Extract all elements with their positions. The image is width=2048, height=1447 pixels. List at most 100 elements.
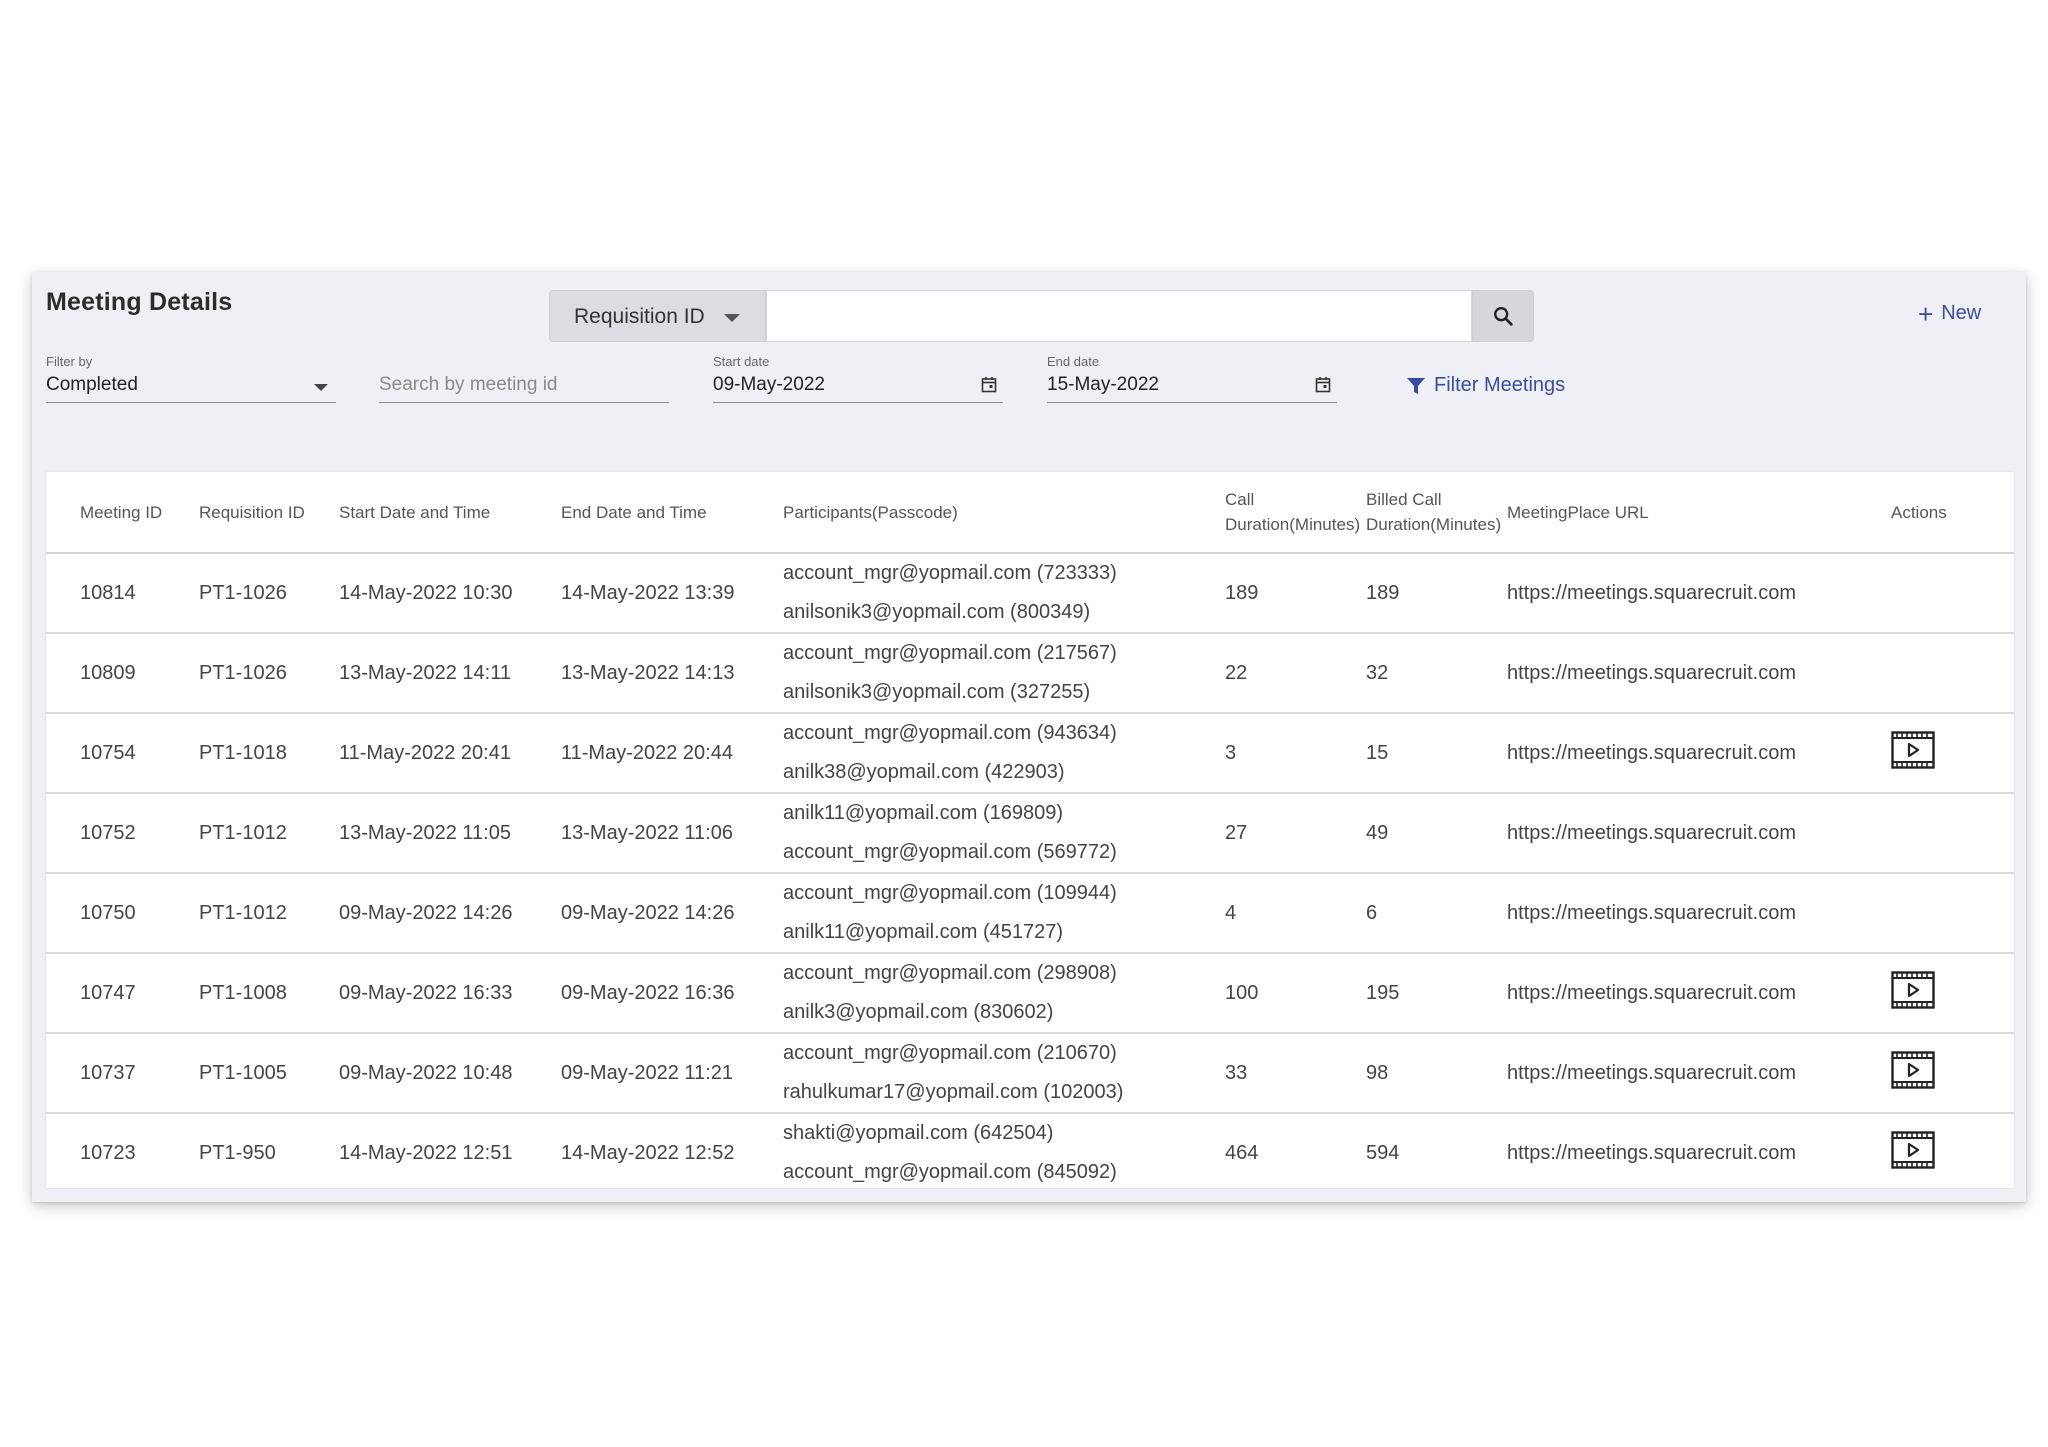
table-row[interactable]: 10750 PT1-1012 09-May-2022 14:26 09-May-… — [46, 873, 2014, 954]
start-date-field[interactable]: Start date 09-May-2022 — [713, 354, 1003, 404]
cell-meeting-id: 10723 — [80, 1141, 136, 1164]
cell-url[interactable]: https://meetings.squarecruit.com — [1507, 633, 1891, 714]
participant-line: account_mgr@yopmail.com (217567) — [783, 642, 1117, 664]
end-date-label: End date — [1047, 354, 1100, 369]
calendar-icon[interactable] — [1315, 376, 1331, 398]
cell-url[interactable]: https://meetings.squarecruit.com — [1507, 553, 1891, 634]
cell-call-duration: 33 — [1225, 1033, 1366, 1114]
filter-by-label: Filter by — [46, 354, 93, 369]
filter-icon — [1407, 377, 1425, 394]
cell-actions — [1891, 873, 2014, 954]
participant-line: account_mgr@yopmail.com (298908) — [783, 962, 1117, 984]
cell-participants: account_mgr@yopmail.com (298908) anilk3@… — [783, 953, 1225, 1034]
cell-meeting-id: 10814 — [46, 553, 199, 634]
participant-line: anilsonik3@yopmail.com (327255) — [783, 681, 1091, 703]
search-bar: Requisition ID — [549, 290, 1534, 342]
cell-participants: account_mgr@yopmail.com (109944) anilk11… — [783, 873, 1225, 954]
cell-call-duration: 22 — [1225, 633, 1366, 714]
cell-meeting-id: 10747 — [46, 953, 199, 1034]
cell-start: 09-May-2022 10:48 — [339, 1033, 561, 1114]
cell-actions — [1891, 713, 2014, 794]
play-recording-icon[interactable] — [1891, 1051, 1935, 1095]
search-input[interactable] — [766, 290, 1472, 342]
participant-line: account_mgr@yopmail.com (845092) — [783, 1161, 1117, 1183]
cell-call-duration: 4 — [1225, 873, 1366, 954]
col-header-participants[interactable]: Participants(Passcode) — [783, 472, 1225, 554]
participant-line: shakti@yopmail.com (642504) — [783, 1122, 1054, 1144]
col-header-call-duration[interactable]: Call Duration(Minutes) — [1225, 472, 1366, 554]
cell-end: 13-May-2022 11:06 — [561, 793, 783, 874]
cell-url[interactable]: https://meetings.squarecruit.com — [1507, 713, 1891, 794]
cell-actions — [1891, 633, 2014, 714]
cell-start: 13-May-2022 14:11 — [339, 633, 561, 714]
play-recording-icon[interactable] — [1891, 1131, 1935, 1175]
meeting-id-search-field[interactable]: Search by meeting id — [379, 354, 669, 404]
cell-start: 14-May-2022 12:51 — [339, 1141, 513, 1164]
cell-participants: account_mgr@yopmail.com (723333) anilson… — [783, 553, 1225, 634]
cell-meeting-id: 10737 — [46, 1033, 199, 1114]
cell-meeting-id: 10750 — [46, 873, 199, 954]
cell-meeting-id: 10754 — [46, 713, 199, 794]
table-row[interactable]: 10747 PT1-1008 09-May-2022 16:33 09-May-… — [46, 953, 2014, 1034]
play-recording-icon[interactable] — [1891, 971, 1935, 1015]
cell-requisition-id: PT1-1005 — [199, 1033, 339, 1114]
cell-url[interactable]: https://meetings.squarecruit.com — [1507, 793, 1891, 874]
cell-url[interactable]: https://meetings.squarecruit.com — [1507, 953, 1891, 1034]
cell-billed-duration: 594 — [1366, 1141, 1400, 1164]
cell-start: 09-May-2022 14:26 — [339, 873, 561, 954]
participant-line: anilk38@yopmail.com (422903) — [783, 761, 1065, 783]
cell-url[interactable]: https://meetings.squarecruit.com — [1507, 1033, 1891, 1114]
start-date-value: 09-May-2022 — [713, 374, 825, 395]
cell-call-duration: 27 — [1225, 793, 1366, 874]
cell-participants: account_mgr@yopmail.com (210670) rahulku… — [783, 1033, 1225, 1114]
col-header-url[interactable]: MeetingPlace URL — [1507, 472, 1891, 554]
cell-end: 09-May-2022 11:21 — [561, 1033, 783, 1114]
col-header-end[interactable]: End Date and Time — [561, 472, 783, 554]
cell-billed-duration: 195 — [1366, 953, 1507, 1034]
end-date-value: 15-May-2022 — [1047, 374, 1159, 395]
filter-meetings-button[interactable]: Filter Meetings — [1406, 374, 1565, 397]
participant-line: account_mgr@yopmail.com (109944) — [783, 882, 1117, 904]
cell-billed-duration: 49 — [1366, 793, 1507, 874]
cell-actions — [1891, 553, 2014, 634]
participant-line: account_mgr@yopmail.com (723333) — [783, 562, 1117, 584]
col-header-start[interactable]: Start Date and Time — [339, 472, 561, 554]
search-type-select[interactable]: Requisition ID — [549, 290, 766, 342]
cell-requisition-id: PT1-1008 — [199, 953, 339, 1034]
col-header-billed-duration[interactable]: Billed Call Duration(Minutes) — [1366, 472, 1507, 554]
meetings-table: Meeting ID Requisition ID Start Date and… — [46, 472, 2014, 1192]
participant-line: anilk11@yopmail.com (451727) — [783, 921, 1064, 943]
cell-requisition-id: PT1-1026 — [199, 633, 339, 714]
search-button[interactable] — [1472, 290, 1534, 342]
table-row[interactable]: 10809 PT1-1026 13-May-2022 14:11 13-May-… — [46, 633, 2014, 714]
col-header-call-duration-line2: Duration(Minutes) — [1225, 515, 1361, 534]
cell-requisition-id: PT1-1012 — [199, 873, 339, 954]
table-row[interactable]: 10754 PT1-1018 11-May-2022 20:41 11-May-… — [46, 713, 2014, 794]
col-header-requisition-id[interactable]: Requisition ID — [199, 472, 339, 554]
start-date-label: Start date — [713, 354, 770, 369]
cell-participants: shakti@yopmail.com (642504) account_mgr@… — [783, 1113, 1225, 1192]
cell-url[interactable]: https://meetings.squarecruit.com — [1507, 1113, 1891, 1192]
table-row[interactable]: 10814 PT1-1026 14-May-2022 10:30 14-May-… — [46, 553, 2014, 634]
cell-billed-duration: 6 — [1366, 873, 1507, 954]
table-row[interactable]: 10737 PT1-1005 09-May-2022 10:48 09-May-… — [46, 1033, 2014, 1114]
filter-by-select[interactable]: Filter by Completed — [46, 354, 336, 404]
calendar-icon[interactable] — [981, 376, 997, 398]
plus-icon: + — [1918, 298, 1934, 329]
participant-line: account_mgr@yopmail.com (943634) — [783, 722, 1117, 744]
play-recording-icon[interactable] — [1891, 731, 1935, 775]
table-row[interactable]: 10723 PT1-950 14-May-2022 12:51 14-May-2… — [46, 1113, 2014, 1192]
filter-by-value: Completed — [46, 374, 138, 395]
participant-line: account_mgr@yopmail.com (210670) — [783, 1042, 1117, 1064]
new-meeting-button[interactable]: + New — [1918, 298, 1981, 329]
end-date-field[interactable]: End date 15-May-2022 — [1047, 354, 1337, 404]
cell-end: 11-May-2022 20:44 — [561, 713, 783, 794]
cell-end: 14-May-2022 12:52 — [561, 1141, 735, 1164]
col-header-meeting-id[interactable]: Meeting ID — [46, 472, 199, 554]
field-underline — [379, 402, 669, 403]
cell-participants: account_mgr@yopmail.com (217567) anilson… — [783, 633, 1225, 714]
table-row[interactable]: 10752 PT1-1012 13-May-2022 11:05 13-May-… — [46, 793, 2014, 874]
cell-url[interactable]: https://meetings.squarecruit.com — [1507, 873, 1891, 954]
search-type-label: Requisition ID — [574, 305, 705, 328]
cell-participants: anilk11@yopmail.com (169809) account_mgr… — [783, 793, 1225, 874]
